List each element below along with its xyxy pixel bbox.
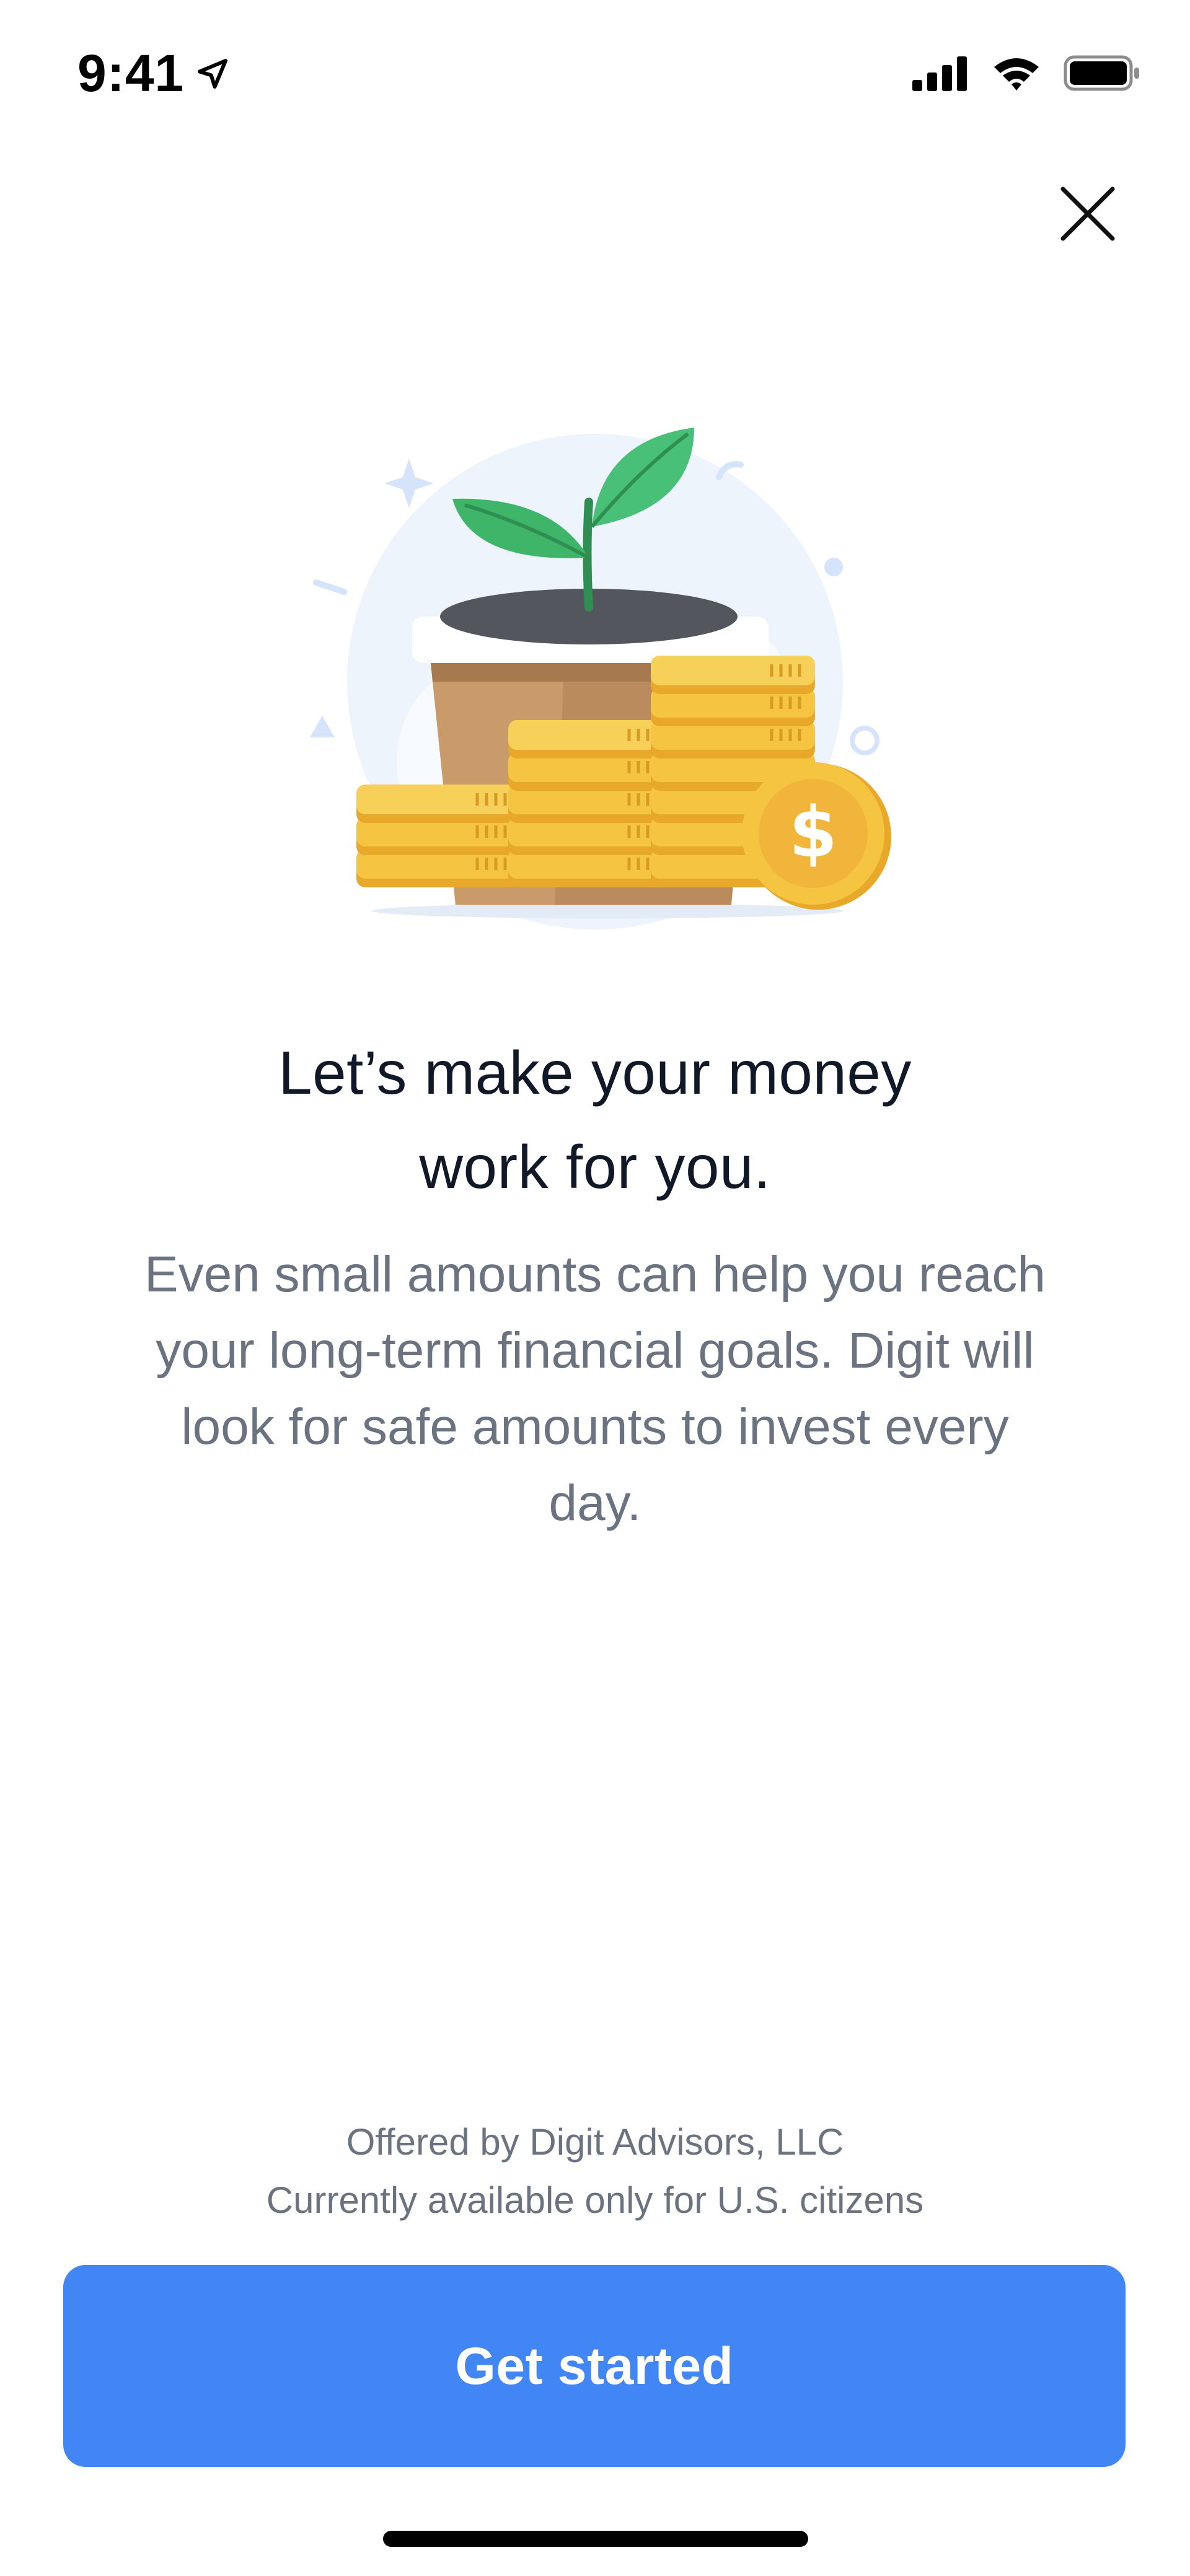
- page-title: Let’s make your money work for you.: [99, 1026, 1091, 1214]
- status-time-label: 9:41: [77, 44, 185, 102]
- description-line-1: Even small amounts can help you reach: [144, 1246, 1046, 1303]
- description-text: Even small amounts can help you reach yo…: [99, 1236, 1091, 1541]
- battery-icon: [1064, 55, 1139, 91]
- coin-stack-medium: [508, 720, 672, 887]
- close-icon: [1060, 187, 1115, 241]
- title-line-2: work for you.: [419, 1133, 771, 1201]
- home-indicator[interactable]: [383, 2531, 808, 2547]
- hero-illustration: $: [298, 415, 905, 930]
- description-line-2: your long-term financial goals. Digit wi…: [156, 1322, 1034, 1379]
- disclaimer: Offered by Digit Advisors, LLC Currently…: [99, 2113, 1091, 2230]
- status-bar: 9:41: [0, 0, 1190, 149]
- status-indicators: [912, 55, 1140, 92]
- status-time: 9:41: [77, 43, 230, 103]
- location-arrow-icon: [198, 58, 228, 89]
- coin-stack-short: [356, 785, 521, 887]
- disclaimer-line-1: Offered by Digit Advisors, LLC: [346, 2121, 844, 2163]
- get-started-button[interactable]: Get started: [63, 2265, 1126, 2467]
- title-line-1: Let’s make your money: [278, 1039, 912, 1107]
- disclaimer-line-2: Currently available only for U.S. citize…: [266, 2179, 924, 2221]
- close-button[interactable]: [1047, 174, 1128, 254]
- get-started-label: Get started: [455, 2336, 734, 2395]
- plant-coins-illustration: $: [310, 428, 891, 930]
- cellular-signal-icon: [912, 56, 967, 91]
- coin-symbol: $: [789, 793, 837, 873]
- wifi-icon: [994, 58, 1039, 90]
- description-line-4: day.: [549, 1475, 641, 1531]
- dollar-coin-icon: $: [742, 762, 891, 910]
- description-line-3: look for safe amounts to invest every: [181, 1399, 1009, 1455]
